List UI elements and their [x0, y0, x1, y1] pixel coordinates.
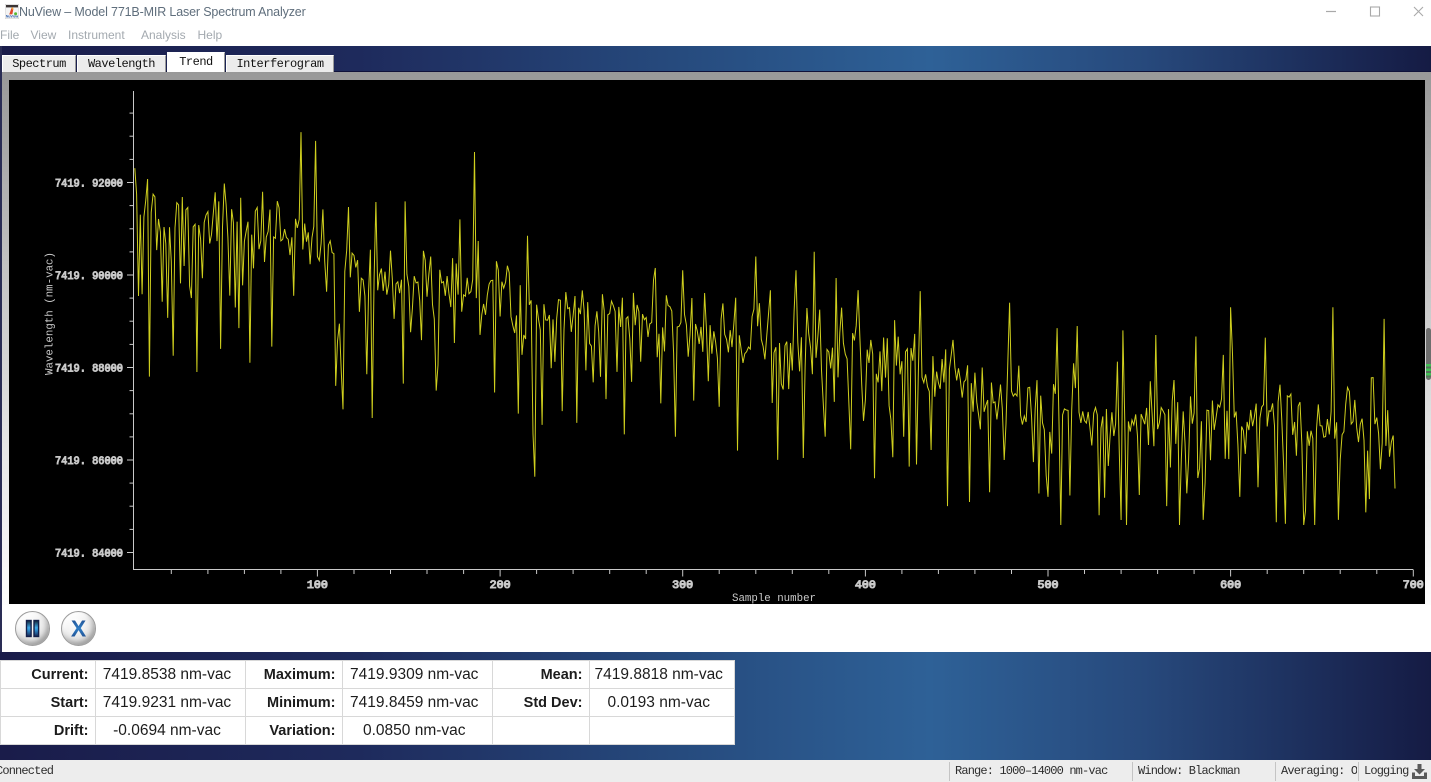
svg-text:Wavelength (nm-vac): Wavelength (nm-vac)	[45, 252, 57, 375]
svg-text:500: 500	[1038, 580, 1059, 592]
svg-text:300: 300	[672, 580, 693, 592]
svg-text:7419. 86000: 7419. 86000	[55, 456, 123, 468]
svg-text:200: 200	[490, 580, 511, 592]
svg-text:400: 400	[855, 580, 876, 592]
svg-text:7419. 88000: 7419. 88000	[55, 364, 123, 376]
svg-text:NuView: NuView	[6, 15, 19, 19]
svg-text:700: 700	[1403, 580, 1424, 592]
svg-text:7419. 90000: 7419. 90000	[55, 271, 123, 283]
svg-text:7419. 92000: 7419. 92000	[55, 179, 123, 191]
svg-text:7419. 84000: 7419. 84000	[55, 549, 123, 561]
svg-text:X: X	[71, 615, 87, 641]
svg-text:100: 100	[307, 580, 328, 592]
svg-text:600: 600	[1220, 580, 1241, 592]
svg-text:Sample number: Sample number	[732, 593, 816, 604]
